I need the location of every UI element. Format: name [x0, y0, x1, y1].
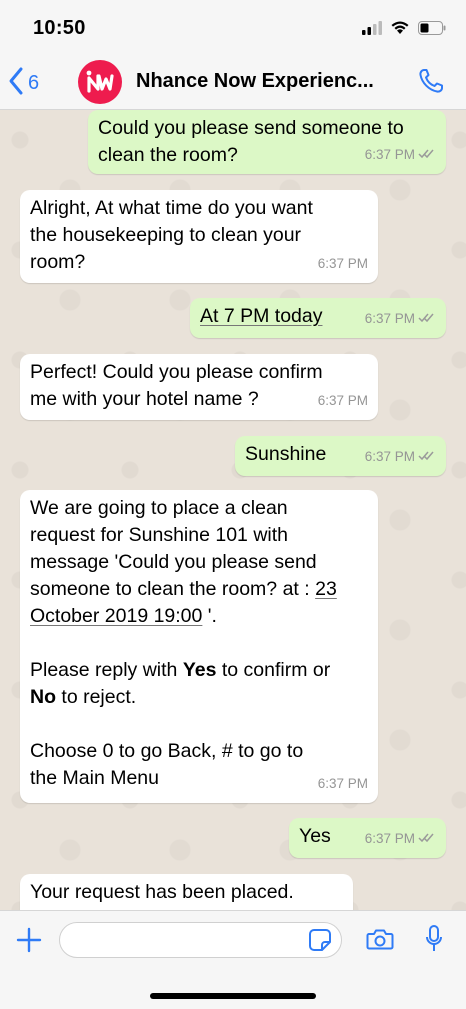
- avatar[interactable]: [78, 60, 122, 104]
- message-meta: 6:37 PM: [318, 250, 368, 277]
- bold-yes: Yes: [182, 659, 217, 681]
- message-time: 6:37 PM: [317, 393, 368, 408]
- microphone-button[interactable]: [424, 924, 444, 959]
- double-check-icon: [418, 141, 436, 168]
- message-time: 6:37 PM: [364, 449, 415, 464]
- message-line: No to reject.: [30, 684, 368, 711]
- phone-icon: [418, 69, 444, 98]
- message-incoming[interactable]: Alright, At what time do you want the ho…: [20, 190, 378, 283]
- chat-title[interactable]: Nhance Now Experienc...: [136, 70, 392, 93]
- chat-area[interactable]: Could you please send someone to clean t…: [0, 110, 466, 910]
- date-link[interactable]: October 2019 19:00: [30, 605, 202, 627]
- message-outgoing[interactable]: Could you please send someone to clean t…: [88, 110, 446, 174]
- message-meta: 6:37 PM: [318, 387, 368, 414]
- camera-button[interactable]: [366, 927, 394, 956]
- camera-icon: [366, 929, 394, 955]
- battery-icon: [418, 20, 446, 40]
- text-span: to reject.: [56, 686, 137, 708]
- message-incoming[interactable]: We are going to place a clean request fo…: [20, 490, 378, 803]
- message-text: We are going to place a clean request fo…: [30, 495, 368, 792]
- brand-logo-icon: [86, 70, 114, 93]
- text-span: someone to clean the room? at :: [30, 578, 316, 600]
- message-outgoing[interactable]: Sunshine 6:37 PM: [235, 436, 446, 476]
- message-meta: 6:37 PM: [365, 825, 436, 852]
- message-text: Your request has been placed.: [30, 881, 294, 903]
- message-line: message 'Could you please send: [30, 551, 317, 573]
- message-line: someone to clean the room? at : 23: [30, 576, 368, 603]
- message-time: 6:37 PM: [364, 831, 415, 846]
- wifi-icon: [390, 20, 410, 40]
- back-button[interactable]: 6: [8, 66, 39, 101]
- message-input[interactable]: [59, 922, 342, 958]
- message-outgoing[interactable]: Yes 6:37 PM: [289, 818, 446, 858]
- chevron-left-icon: [8, 66, 24, 101]
- date-link[interactable]: 23: [315, 578, 337, 600]
- chat-header: 6 Nhance Now Experienc...: [0, 56, 466, 110]
- sticker-icon: [308, 929, 332, 956]
- attach-button[interactable]: [16, 927, 42, 958]
- message-meta: 6:37 PM: [365, 141, 436, 168]
- text-span: Please reply with: [30, 659, 183, 681]
- bold-no: No: [30, 686, 56, 708]
- unread-count: 6: [28, 72, 40, 94]
- home-indicator[interactable]: [150, 993, 316, 999]
- status-time: 10:50: [33, 17, 86, 39]
- plus-icon: [16, 927, 42, 957]
- message-time: 6:37 PM: [364, 311, 415, 326]
- message-time: 6:37 PM: [364, 147, 415, 162]
- message-line: October 2019 19:00 '.: [30, 603, 368, 630]
- message-incoming[interactable]: Your request has been placed.: [20, 874, 353, 910]
- double-check-icon: [418, 443, 436, 470]
- message-incoming[interactable]: Perfect! Could you please confirm me wit…: [20, 354, 378, 420]
- message-meta: 6:37 PM: [365, 443, 436, 470]
- status-icons: [362, 20, 446, 40]
- status-bar: 10:50: [0, 0, 466, 56]
- message-meta: 6:37 PM: [365, 305, 436, 332]
- message-meta: 6:37 PM: [318, 770, 368, 797]
- message-line: request for Sunshine 101 with: [30, 524, 288, 546]
- message-time: 6:37 PM: [317, 256, 368, 271]
- message-line: Please reply with Yes to confirm or: [30, 657, 368, 684]
- signal-icon: [362, 20, 382, 40]
- text-span: to confirm or: [216, 659, 331, 681]
- text-span: '.: [202, 605, 217, 627]
- double-check-icon: [418, 825, 436, 852]
- message-time: 6:37 PM: [317, 776, 368, 791]
- sticker-button[interactable]: [308, 928, 332, 957]
- double-check-icon: [418, 305, 436, 332]
- message-line: We are going to place a clean: [30, 497, 288, 519]
- microphone-icon: [424, 925, 444, 958]
- voice-call-button[interactable]: [418, 68, 444, 99]
- message-outgoing[interactable]: At 7 PM today 6:37 PM: [190, 298, 446, 338]
